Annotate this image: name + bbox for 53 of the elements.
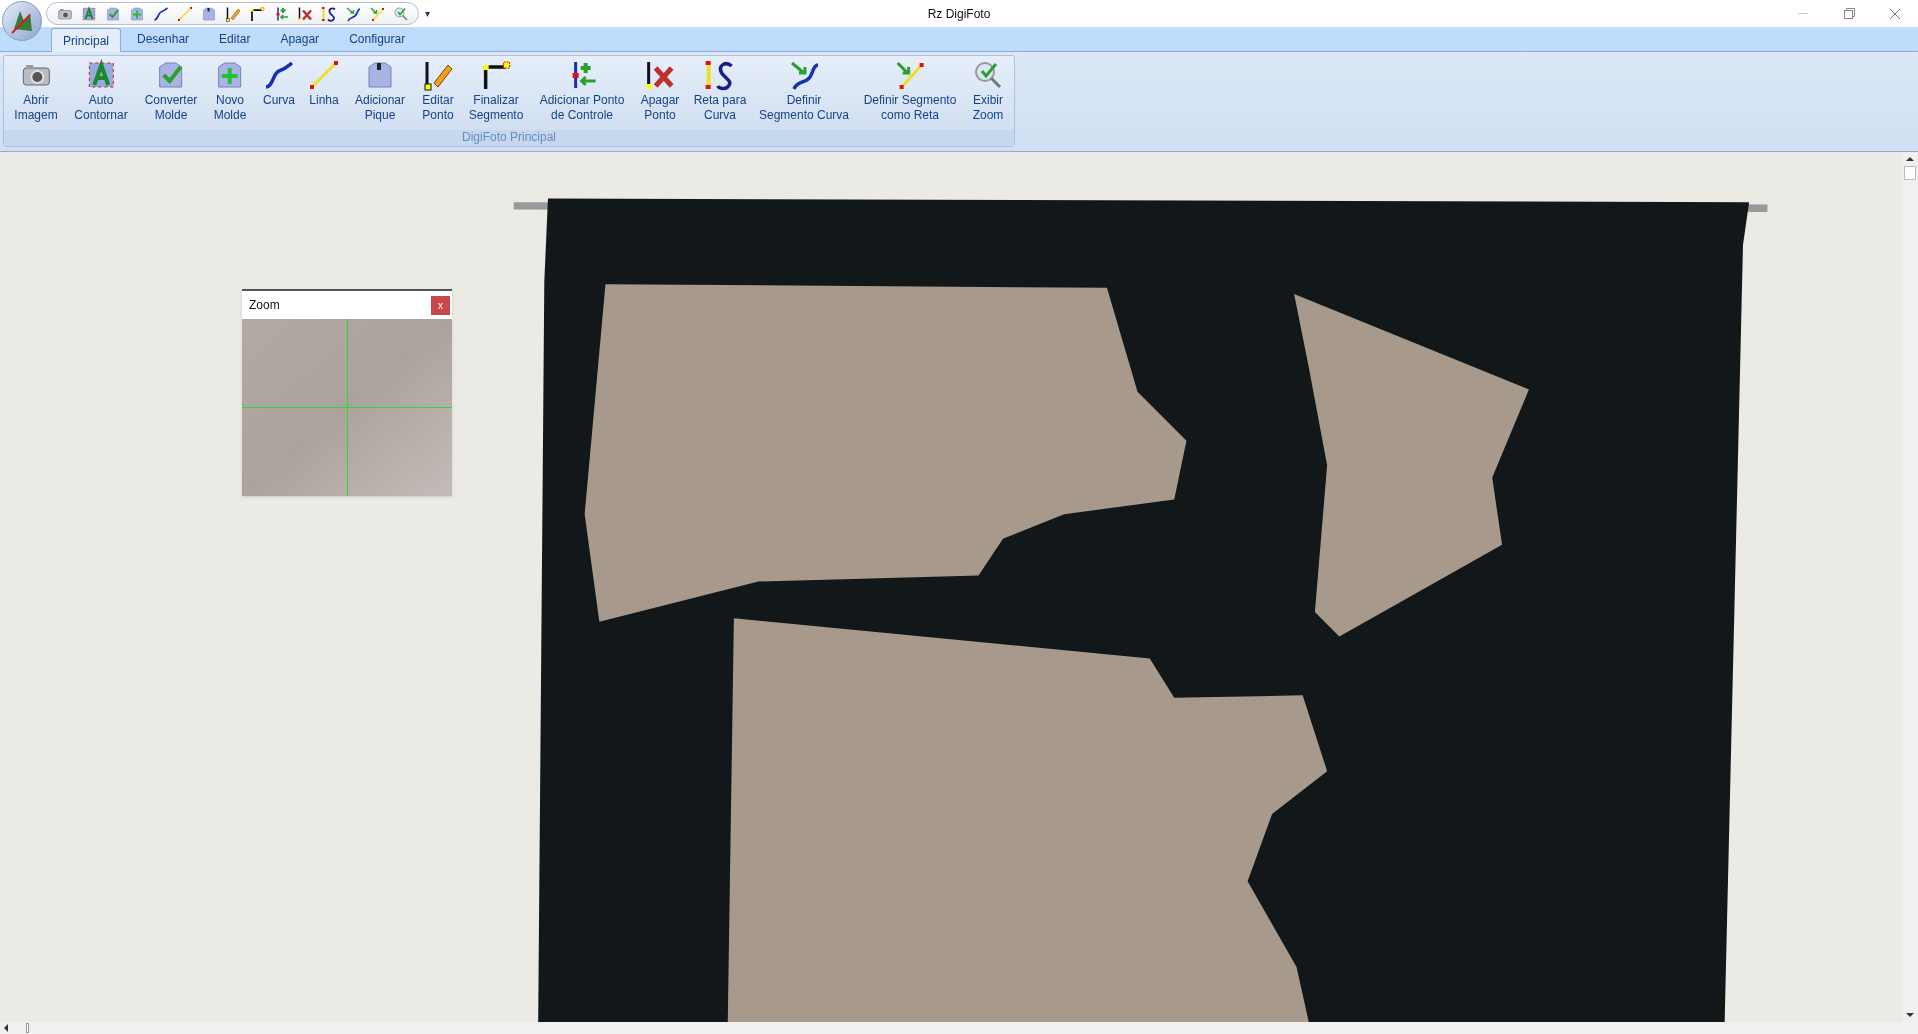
- ribbon-button[interactable]: Reta para Curva: [691, 59, 749, 123]
- letter-a-icon: [80, 5, 97, 22]
- garment-notch-icon: [200, 5, 217, 22]
- delete-point-icon: [644, 59, 676, 91]
- line-to-curve-icon: [320, 5, 337, 22]
- close-button[interactable]: x: [431, 295, 450, 315]
- arrow-line-icon: [368, 5, 385, 22]
- ribbon-button[interactable]: Adicionar Ponto de Controle: [537, 59, 627, 123]
- arrow-curve-icon: [344, 5, 361, 22]
- garment-plus-icon: [128, 5, 145, 22]
- line-icon: [176, 5, 193, 22]
- magnifier-icon: [392, 5, 409, 22]
- segment-end-icon: [248, 5, 265, 22]
- ribbon-button[interactable]: Finalizar Segmento: [466, 59, 526, 123]
- ribbon-button[interactable]: Definir Segmento como Reta: [861, 59, 959, 123]
- ribbon-tab[interactable]: Apagar: [266, 27, 334, 51]
- panel-title: Zoom: [249, 297, 280, 314]
- ribbon-button[interactable]: Adicionar Pique: [353, 59, 407, 123]
- toolbar-button[interactable]: [319, 4, 338, 23]
- ribbon-button[interactable]: Exibir Zoom: [970, 59, 1006, 123]
- pencil-icon: [224, 5, 241, 22]
- scroll-thumb[interactable]: [1904, 166, 1916, 180]
- ribbon-button[interactable]: Converter Molde: [142, 59, 200, 123]
- curve-icon: [152, 5, 169, 22]
- curve-icon: [263, 59, 295, 91]
- scroll-thumb[interactable]: [26, 1023, 29, 1033]
- group-label: DigiFoto Principal: [4, 130, 1014, 146]
- magnifier-icon: [972, 59, 1004, 91]
- ribbon-tab[interactable]: Desenhar: [123, 27, 204, 51]
- delete-point-icon: [296, 5, 313, 22]
- ribbon-button[interactable]: Abrir Imagem: [12, 59, 60, 123]
- ribbon-tab[interactable]: Editar: [205, 27, 265, 51]
- arrow-line-icon: [894, 59, 926, 91]
- app-logo[interactable]: [2, 1, 42, 41]
- ribbon-button[interactable]: Editar Ponto: [420, 59, 456, 123]
- vertical-scrollbar[interactable]: [1902, 152, 1918, 1022]
- ribbon-tab[interactable]: Principal: [51, 28, 122, 52]
- arrow-curve-icon: [788, 59, 820, 91]
- window-title: Rz DigiFoto: [927, 6, 991, 23]
- pencil-icon: [422, 59, 454, 91]
- scroll-left-icon[interactable]: [2, 1023, 10, 1033]
- ribbon-button[interactable]: Linha: [306, 59, 342, 108]
- ribbon-button[interactable]: Curva: [261, 59, 297, 108]
- line-to-curve-icon: [704, 59, 736, 91]
- horizontal-scrollbar[interactable]: [0, 1022, 1918, 1034]
- line-icon: [308, 59, 340, 91]
- ribbon-tab[interactable]: Configurar: [335, 27, 420, 51]
- ribbon-button[interactable]: Auto Contornar: [72, 59, 130, 123]
- ribbon-button[interactable]: Apagar Ponto: [638, 59, 682, 123]
- ribbon-button[interactable]: Definir Segmento Curva: [757, 59, 851, 123]
- ribbon-button[interactable]: Novo Molde: [211, 59, 249, 123]
- quick-access-menu-button[interactable]: ▾: [425, 6, 430, 21]
- garment-check-icon: [104, 5, 121, 22]
